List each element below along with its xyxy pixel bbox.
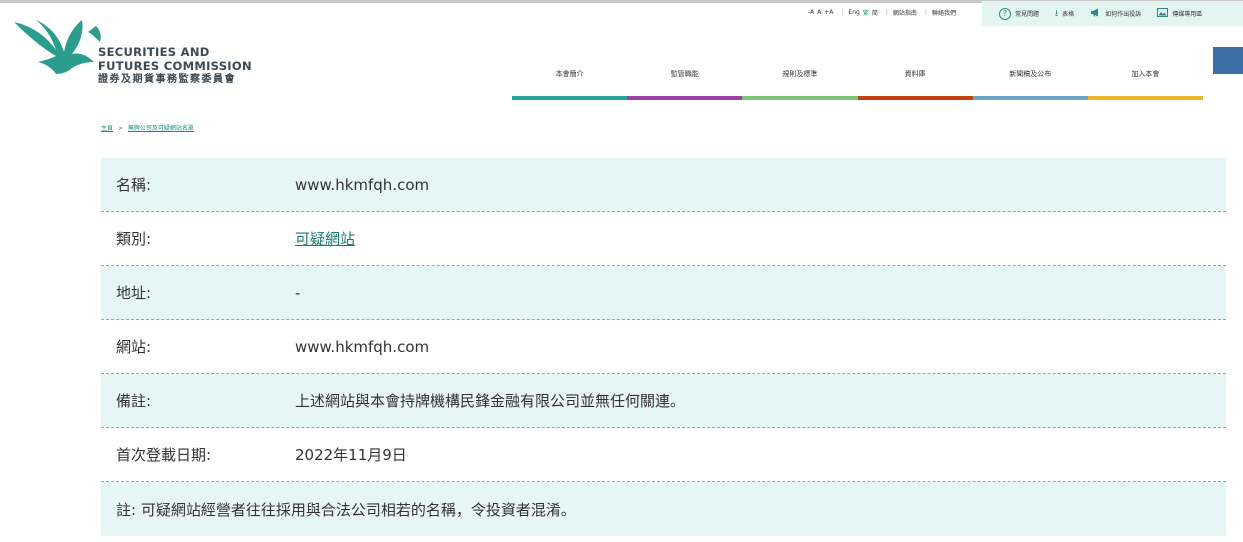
row-value: 上述網站與本會持牌機構民鋒金融有限公司並無任何關連。 [295, 392, 686, 410]
row-key: 網站: [116, 338, 152, 356]
nav-label: 監管職能 [670, 70, 699, 78]
download-icon: ⭳ [1055, 8, 1059, 19]
row-key: 名稱: [116, 176, 152, 194]
row-key: 首次登載日期: [116, 446, 212, 464]
divider: | [924, 8, 927, 16]
breadcrumb: 主頁 > 無牌公司及可疑網站名單 [101, 123, 194, 132]
divider: | [885, 8, 888, 16]
logo-name-en-1: SECURITIES AND [98, 45, 210, 59]
complaint-label: 如何作出投訴 [1105, 11, 1142, 18]
note-text: 註: 可疑網站經營者往往採用與合法公司相若的名稱，令投資者混淆。 [116, 500, 576, 519]
faq-link[interactable]: ? 常見問題 [999, 7, 1040, 20]
lang-simplified-link[interactable]: 简 [872, 8, 878, 17]
nav-item-rules[interactable]: 規則及標準 [742, 66, 858, 100]
divider: | [841, 8, 844, 16]
row-key: 類別: [116, 230, 152, 248]
sfc-logo[interactable]: SECURITIES AND FUTURES COMMISSION 證券及期貨事… [12, 12, 262, 92]
lang-english-link[interactable]: Eng [848, 9, 859, 16]
nav-label: 加入本會 [1131, 70, 1160, 78]
media-label: 傳媒專用區 [1172, 11, 1203, 18]
nav-label: 規則及標準 [782, 70, 818, 78]
nav-label: 資料庫 [904, 70, 926, 78]
nav-color-bar [857, 96, 973, 100]
breadcrumb-current-link[interactable]: 無牌公司及可疑網站名單 [128, 125, 194, 132]
table-row: 備註: 上述網站與本會持牌機構民鋒金融有限公司並無任何關連。 [101, 374, 1226, 428]
image-icon [1157, 7, 1169, 20]
complaint-link[interactable]: 如何作出投訴 [1090, 8, 1141, 20]
main-nav: 本會簡介 監管職能 規則及標準 資料庫 新聞稿及公布 加入本會 [512, 66, 1204, 100]
forms-link[interactable]: ⭳ 表格 [1055, 6, 1074, 22]
faq-label: 常見問題 [1015, 11, 1040, 18]
nav-label: 新聞稿及公布 [1009, 70, 1052, 78]
row-value: 2022年11月9日 [295, 446, 407, 464]
row-value: www.hkmfqh.com [295, 337, 430, 356]
note-row: 註: 可疑網站經營者往往採用與合法公司相若的名稱，令投資者混淆。 [101, 482, 1226, 536]
nav-color-bar [1087, 96, 1204, 100]
table-row: 地址: - [101, 266, 1226, 320]
detail-table: 名稱: www.hkmfqh.com 類別: 可疑網站 地址: - 網站: ww… [101, 158, 1226, 536]
row-key: 地址: [116, 284, 152, 302]
table-row: 名稱: www.hkmfqh.com [101, 158, 1226, 212]
font-increase-button[interactable]: +A [824, 9, 833, 16]
side-menu-button[interactable] [1213, 47, 1243, 74]
contact-us-link[interactable]: 聯絡我們 [932, 8, 956, 17]
nav-color-bar [972, 96, 1088, 100]
row-value: www.hkmfqh.com [295, 175, 430, 194]
nav-item-about[interactable]: 本會簡介 [512, 66, 628, 100]
category-link[interactable]: 可疑網站 [295, 228, 355, 249]
utility-bar: -A A +A | Eng 繁 简 | 網站指南 | 聯絡我們 [808, 6, 959, 18]
breadcrumb-home-link[interactable]: 主頁 [101, 125, 113, 132]
table-row: 首次登載日期: 2022年11月9日 [101, 428, 1226, 482]
nav-item-careers[interactable]: 加入本會 [1087, 66, 1204, 100]
nav-item-database[interactable]: 資料庫 [857, 66, 973, 100]
lang-traditional-link[interactable]: 繁 [863, 8, 869, 17]
media-link[interactable]: 傳媒專用區 [1157, 7, 1203, 20]
row-key: 備註: [116, 392, 152, 410]
megaphone-icon [1090, 8, 1101, 20]
font-decrease-button[interactable]: -A [808, 9, 814, 16]
nav-color-bar [742, 96, 858, 100]
logo-name-zh: 證券及期貨事務監察委員會 [98, 74, 236, 85]
question-icon: ? [999, 7, 1011, 20]
forms-label: 表格 [1062, 11, 1075, 18]
nav-color-bar [512, 96, 628, 100]
quick-links-bar: ? 常見問題 ⭳ 表格 如何作出投訴 傳媒專用區 [982, 1, 1243, 26]
nav-label: 本會簡介 [555, 70, 584, 78]
nav-item-news[interactable]: 新聞稿及公布 [972, 66, 1088, 100]
nav-color-bar [627, 96, 743, 100]
font-normal-button[interactable]: A [817, 9, 821, 16]
row-value: - [295, 283, 301, 302]
nav-item-regulatory[interactable]: 監管職能 [627, 66, 743, 100]
eagle-logo-icon [14, 20, 101, 74]
logo-name-en-2: FUTURES COMMISSION [98, 59, 252, 73]
table-row: 網站: www.hkmfqh.com [101, 320, 1226, 374]
site-guide-link[interactable]: 網站指南 [893, 8, 917, 17]
breadcrumb-separator: > [117, 125, 123, 132]
table-row: 類別: 可疑網站 [101, 212, 1226, 266]
